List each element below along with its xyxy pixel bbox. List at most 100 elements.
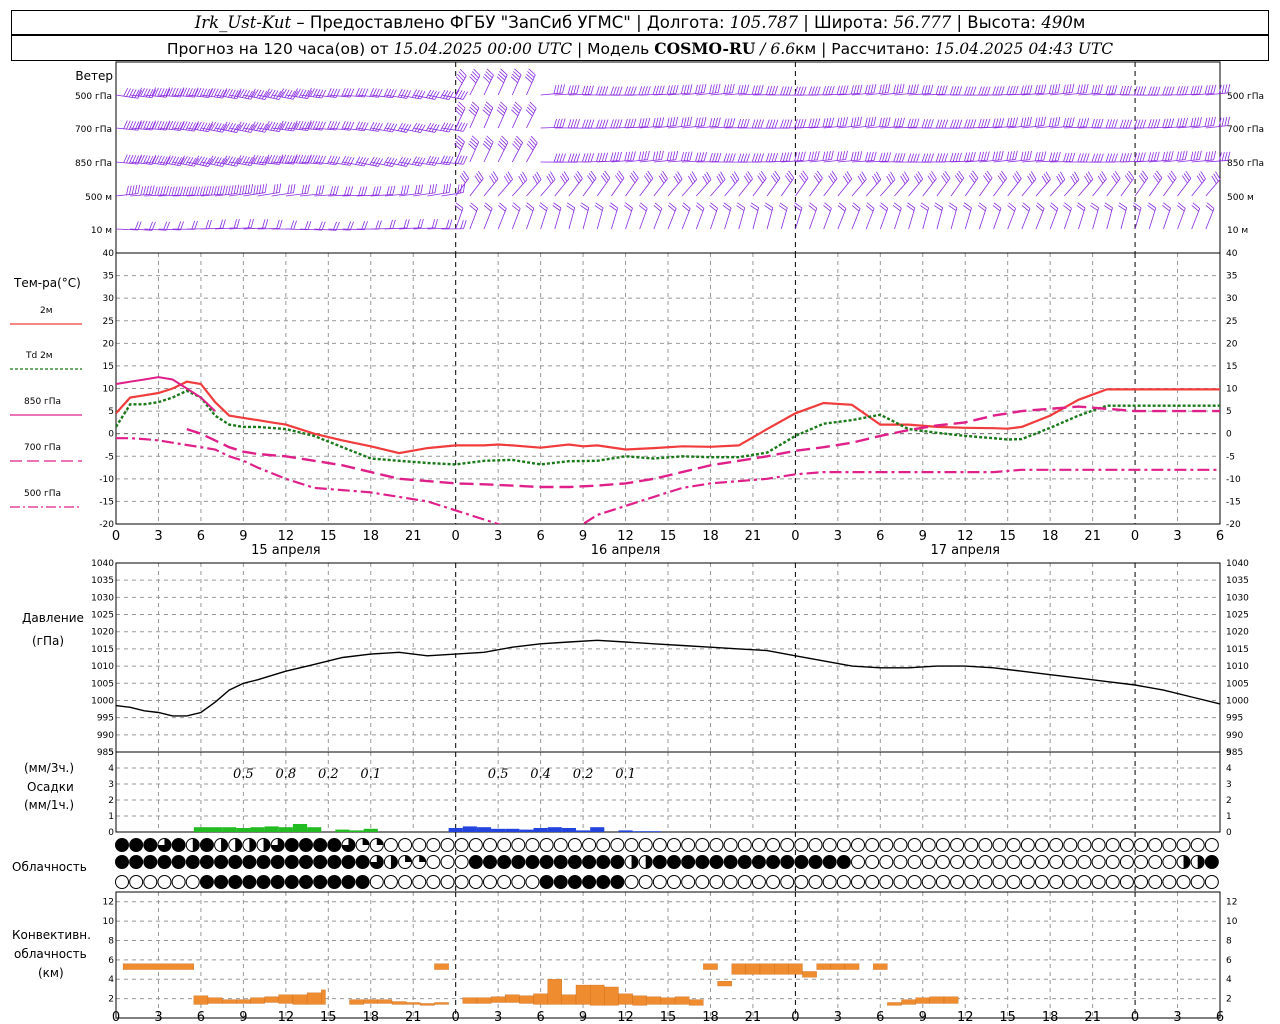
wind-barb-feather [457, 135, 465, 143]
wind-barb-feather [1142, 152, 1146, 162]
temp-tick-left: -15 [99, 497, 114, 507]
wind-barb-feather [236, 184, 240, 194]
wind-barb-feather [590, 153, 595, 163]
wind-barb-feather [219, 219, 223, 229]
conv-x-tick: 0 [1131, 1010, 1139, 1024]
wind-barb-feather [1162, 86, 1166, 96]
wind-barb-feather [887, 83, 891, 93]
wind-title: Ветер [75, 69, 113, 83]
wind-barb-feather [814, 151, 817, 161]
wind-level-label-right: 850 гПа [1227, 159, 1264, 169]
wind-barb-feather [434, 218, 438, 228]
pressure-tick-left: 1015 [91, 645, 114, 655]
wind-barb-feather [1034, 152, 1038, 161]
wind-barb-feather [1210, 151, 1214, 161]
cloud-cover-symbol [652, 838, 667, 852]
wind-barb-staff [1078, 179, 1094, 197]
wind-barb-staff [1063, 208, 1072, 230]
precip-bar [264, 826, 279, 832]
cloud-cover-symbol [129, 875, 144, 889]
wind-barb-feather [1108, 119, 1113, 129]
wind-barb-feather [802, 118, 807, 128]
wind-barb-feather [615, 152, 620, 161]
wind-barb-feather [935, 85, 940, 95]
conv-cloud-bar [434, 1002, 449, 1005]
cloud-cover-symbol [1204, 855, 1219, 869]
wind-barb-staff [526, 208, 535, 230]
wind-level-label: 850 гПа [75, 159, 112, 169]
wind-barb-feather [293, 220, 297, 230]
cloud-cover-symbol [270, 875, 285, 889]
wind-barb-feather [194, 186, 198, 196]
conv-cloud-bar [816, 963, 831, 970]
conv-tick-right: 4 [1226, 975, 1232, 985]
wind-barb-feather [746, 118, 750, 128]
wind-barb-feather [686, 151, 690, 161]
wind-barb-feather [799, 86, 804, 96]
precip-bar [646, 831, 661, 832]
wind-barb-feather [470, 138, 478, 145]
wind-barb-feather [455, 140, 463, 148]
conv-cloud-bar [434, 963, 449, 970]
wind-barb-feather [1125, 119, 1130, 129]
wind-barb-feather [743, 153, 748, 163]
precip-3h-total: 0.2 [573, 767, 594, 782]
wind-barb-feather [1119, 85, 1124, 95]
wind-barb-feather [853, 151, 857, 161]
wind-barb-feather [332, 185, 336, 195]
cloud-cover-symbol [355, 855, 370, 869]
wind-level-label-right: 500 гПа [1227, 92, 1264, 102]
wind-barb-staff [1021, 208, 1031, 230]
wind-barb-feather [825, 118, 829, 127]
cloud-cover-symbol [582, 875, 597, 889]
wind-barb-staff [851, 208, 861, 230]
wind-barb-feather [485, 138, 493, 145]
wind-barb-feather [969, 119, 974, 129]
wind-barb-feather [655, 85, 659, 95]
cloud-cover-symbol [511, 875, 526, 889]
wind-barb-feather [1207, 85, 1211, 94]
precip-bar [222, 827, 237, 832]
wind-barb-feather [230, 185, 234, 195]
wind-barb-feather [726, 153, 730, 163]
wind-barb-feather [468, 143, 476, 151]
wind-barb-feather [1054, 117, 1058, 127]
cloud-cover-symbol [610, 838, 625, 852]
cloud-cover-symbol-fill [362, 838, 370, 845]
cloud-cover-symbol [624, 838, 639, 852]
wind-barb-feather [998, 86, 1002, 96]
wind-barb-feather [867, 84, 871, 94]
cloud-cover-symbol [242, 855, 257, 869]
cloud-cover-symbol [865, 875, 880, 889]
wind-barb-feather [587, 153, 592, 163]
conv-x-tick: 15 [660, 1010, 677, 1024]
conv-cloud-bar [547, 979, 562, 1005]
cloud-cover-symbol [497, 875, 512, 889]
cloud-cover-symbol [978, 855, 993, 869]
wind-barb-feather [1182, 117, 1186, 127]
cloud-cover-symbol-fill [419, 855, 426, 862]
wind-barb-staff [710, 179, 726, 197]
conv-cloud-bar [943, 996, 959, 1004]
conv-cloud-bar [915, 997, 930, 1004]
wind-barb-feather [686, 84, 690, 94]
temp-tick-left: -10 [99, 475, 114, 485]
cloud-cover-symbol [624, 875, 639, 889]
wind-barb-feather [287, 184, 290, 194]
wind-barb-feather [754, 153, 759, 163]
cloud-cover-symbol [454, 838, 469, 852]
conv-cloud-bar [462, 997, 478, 1004]
cloud-cover-symbol [1148, 838, 1163, 852]
wind-barb-feather [514, 138, 522, 146]
wind-barb-feather [1034, 117, 1038, 127]
conv-x-tick: 3 [494, 1010, 502, 1024]
wind-barb-feather [330, 186, 334, 196]
precip-3h-total: 0.5 [233, 767, 254, 782]
wind-barb-feather [1185, 86, 1189, 95]
wind-barb-feather [1193, 85, 1197, 95]
wind-barb-feather [831, 117, 835, 127]
pressure-tick-left: 1035 [91, 576, 114, 586]
wind-barb-feather [896, 153, 900, 162]
wind-barb-feather [624, 151, 628, 161]
conv-title-2: облачность [14, 947, 87, 961]
